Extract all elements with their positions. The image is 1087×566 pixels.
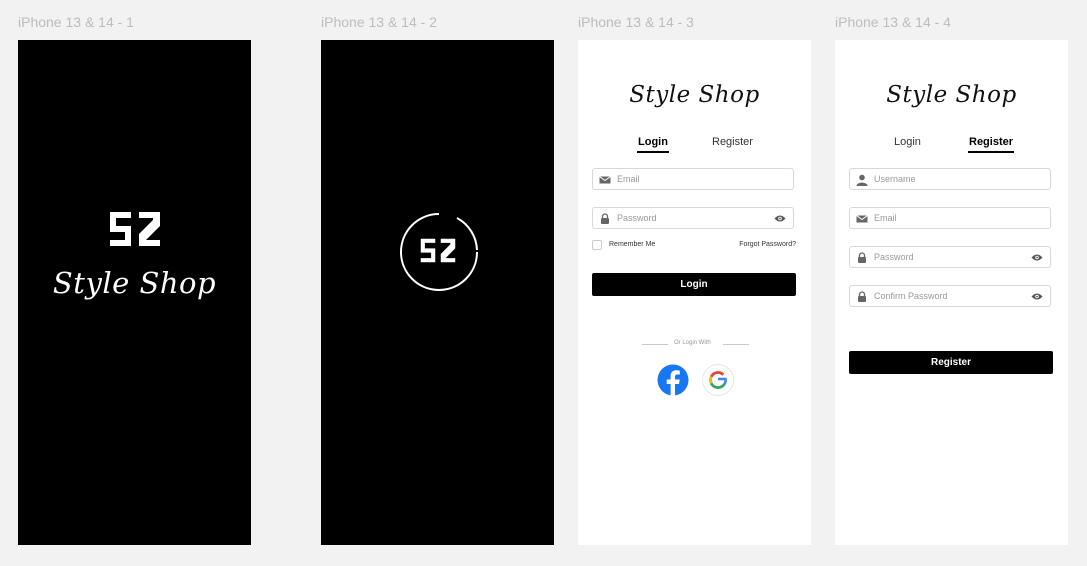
sz-logo-icon (420, 238, 456, 263)
brand-title: Style Shop (886, 82, 1017, 108)
remember-me-checkbox[interactable] (592, 240, 602, 250)
frame-label-1: iPhone 13 & 14 - 1 (18, 14, 134, 30)
tab-login[interactable]: Login (637, 136, 669, 153)
splash-screen: Style Shop (18, 40, 251, 545)
confirm-password-input[interactable] (874, 288, 1024, 304)
password-input[interactable] (874, 249, 1024, 265)
tab-register[interactable]: Register (967, 136, 1015, 153)
divider-right (723, 344, 749, 345)
brand-title: Style Shop (52, 266, 217, 300)
lock-icon (858, 291, 866, 302)
username-input[interactable] (874, 171, 1024, 187)
google-icon[interactable] (702, 364, 734, 396)
tab-register[interactable]: Register (712, 136, 753, 148)
eye-icon[interactable] (1031, 253, 1043, 262)
facebook-icon[interactable] (657, 364, 689, 396)
lock-icon (858, 252, 866, 263)
email-field[interactable] (592, 168, 794, 190)
email-input[interactable] (874, 210, 1024, 226)
password-field[interactable] (592, 207, 794, 229)
register-screen: Style Shop Login Register Username Email… (835, 40, 1068, 545)
tab-login[interactable]: Login (894, 136, 921, 148)
lock-icon (601, 213, 609, 224)
remember-me-label: Remember Me (609, 241, 656, 248)
sz-logo-icon (110, 212, 160, 246)
mail-icon (856, 215, 868, 223)
login-screen: Style Shop Login Register Remember Me Fo… (578, 40, 811, 545)
email-input[interactable] (617, 171, 767, 187)
eye-icon[interactable] (1031, 292, 1043, 301)
brand-title: Style Shop (629, 82, 760, 108)
login-button[interactable]: Login (592, 273, 796, 296)
eye-icon[interactable] (774, 214, 786, 223)
divider-left (642, 344, 668, 345)
password-input[interactable] (617, 210, 767, 226)
username-field[interactable] (849, 168, 1051, 190)
register-button[interactable]: Register (849, 351, 1053, 374)
user-icon (856, 174, 868, 186)
frame-label-4: iPhone 13 & 14 - 4 (835, 14, 951, 30)
loading-screen (321, 40, 554, 545)
frame-label-2: iPhone 13 & 14 - 2 (321, 14, 437, 30)
forgot-password-link[interactable]: Forgot Password? (739, 241, 796, 248)
or-login-with-label: Or Login With (674, 340, 711, 346)
mail-icon (599, 176, 611, 184)
confirm-password-field[interactable] (849, 285, 1051, 307)
password-field[interactable] (849, 246, 1051, 268)
email-field[interactable] (849, 207, 1051, 229)
frame-label-3: iPhone 13 & 14 - 3 (578, 14, 694, 30)
